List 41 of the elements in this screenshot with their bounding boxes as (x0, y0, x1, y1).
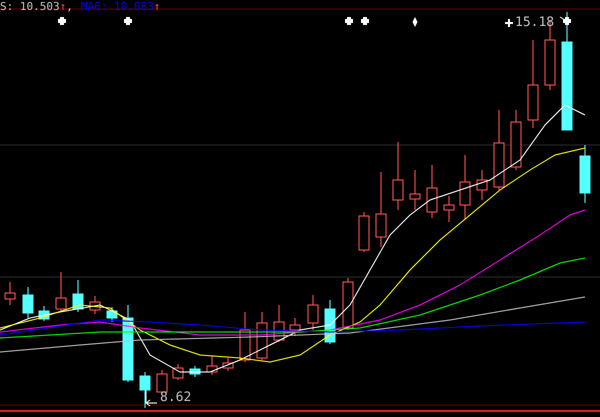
candlestick (290, 318, 300, 336)
candlestick (72, 280, 84, 312)
candlestick (172, 364, 184, 380)
candlestick (342, 278, 354, 330)
star-marker-icon (345, 17, 353, 25)
leader-line (146, 390, 158, 406)
candlestick (140, 372, 150, 408)
candlestick (410, 170, 420, 210)
candlestick (38, 306, 50, 322)
star-marker-icon (58, 17, 66, 25)
candlestick (358, 212, 370, 252)
candlestick (510, 110, 522, 170)
legend-value: S: 10.503 (0, 0, 60, 13)
candlestick (426, 164, 438, 218)
candlestick (392, 142, 404, 210)
candlestick (460, 154, 470, 220)
candlestick (22, 286, 34, 318)
candlestick (256, 312, 268, 360)
candlestick (274, 304, 284, 342)
plus-icon (505, 19, 513, 27)
star-marker-icon (124, 17, 132, 25)
leader-line (560, 16, 566, 20)
low-price-label: 8.62 (160, 391, 192, 405)
candlestick (240, 312, 250, 362)
candlestick (476, 170, 488, 200)
candlestick (206, 356, 218, 376)
candlestick (308, 294, 318, 330)
candlestick (222, 358, 234, 372)
candlestick (444, 196, 454, 222)
candlestick (106, 306, 118, 322)
trend-arrow: ↑ (154, 0, 160, 13)
candlestick (56, 272, 66, 312)
star-marker-icon (361, 17, 369, 25)
candlestick (4, 282, 16, 306)
star-marker-icon (563, 17, 571, 25)
separator: , (66, 0, 73, 13)
trend-arrow: ↑ (60, 0, 66, 13)
candlestick (580, 144, 590, 204)
diamond-marker-icon (412, 17, 418, 27)
legend-value: MA6: 10.083 (80, 0, 154, 13)
candlestick (90, 296, 100, 314)
